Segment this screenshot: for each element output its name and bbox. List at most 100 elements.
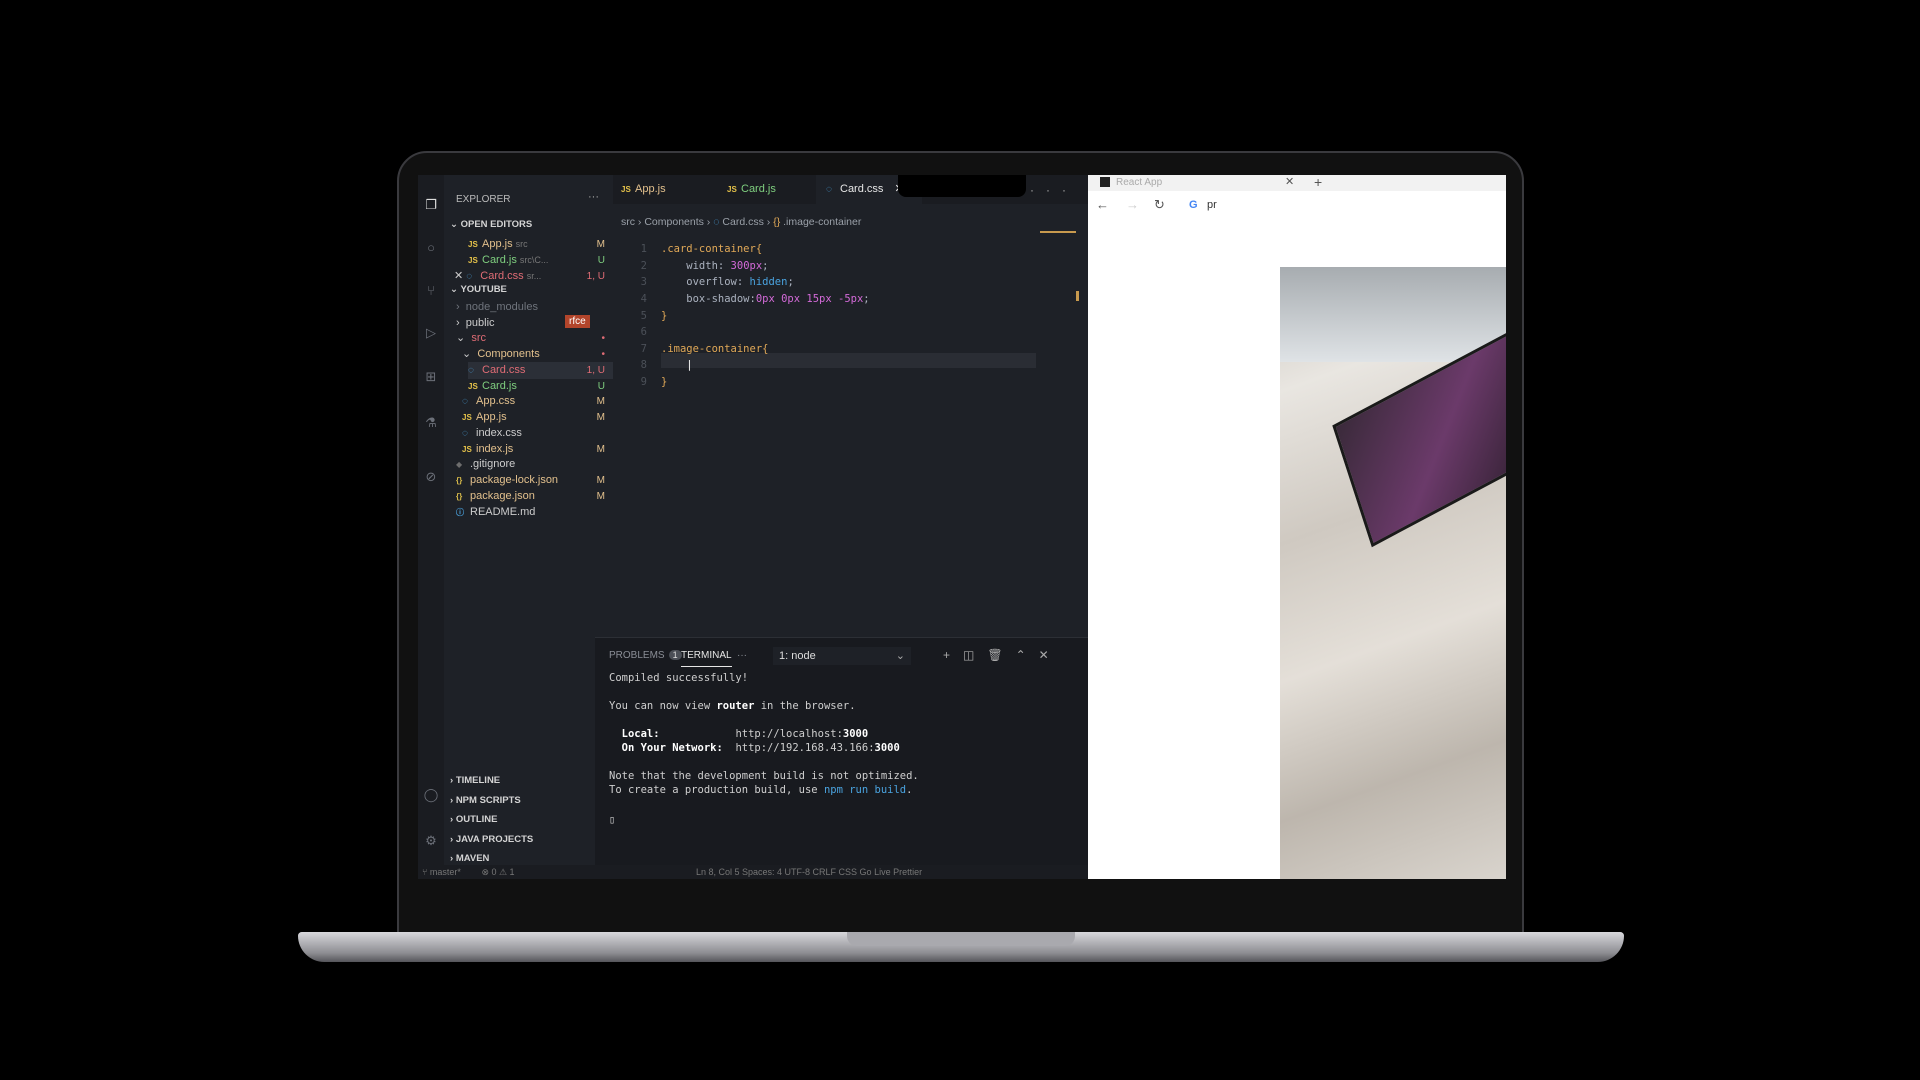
file-app-js[interactable]: JS App.js M xyxy=(462,409,613,426)
code-line-2: width: 300px; xyxy=(661,260,769,272)
account-icon[interactable]: ◯ xyxy=(423,787,439,803)
tab-problems[interactable]: PROBLEMS 1 xyxy=(609,650,682,661)
forward-arrow-icon[interactable]: → xyxy=(1126,197,1139,212)
terminal-line: You can now view router in the browser. xyxy=(609,700,856,712)
folder-components[interactable]: ⌄ Components • xyxy=(462,346,613,363)
line-number: 8 xyxy=(640,359,647,371)
more-actions-icon[interactable]: ··· xyxy=(588,191,599,203)
image-background xyxy=(1280,267,1506,362)
css-file-icon: ◌ xyxy=(466,271,473,282)
css-file-icon: ◌ xyxy=(468,365,474,376)
code-line-3: overflow: hidden; xyxy=(661,276,794,288)
source-control-icon[interactable]: ⑂ xyxy=(423,283,439,299)
explorer-sidebar: EXPLORER ··· ⌄ OPEN EDITORS JS App.js src… xyxy=(444,175,613,865)
activity-bar: ❐ ○ ⑂ ▷ ⊞ ⚗ ⊘ ◯ ⚙ xyxy=(418,175,444,879)
file-app-css[interactable]: ◌ App.css M xyxy=(462,393,613,410)
branch-status[interactable]: ⑂ master* xyxy=(422,867,461,877)
more-icon[interactable]: ··· xyxy=(1030,183,1078,197)
tab-app-js[interactable]: JS App.js xyxy=(621,175,711,204)
open-editor-card-css[interactable]: ✕ ◌ Card.css sr... 1, U xyxy=(454,268,613,285)
file-package-json[interactable]: {} package.json M xyxy=(456,488,613,505)
panel-more-icon[interactable]: ··· xyxy=(737,650,747,661)
js-file-icon: JS xyxy=(621,185,631,194)
minimap[interactable] xyxy=(1038,227,1080,647)
browser-tab-bar: React App ✕ + xyxy=(1088,175,1506,191)
file-readme[interactable]: ⓘ README.md xyxy=(456,504,613,521)
folder-src[interactable]: ⌄ src • xyxy=(456,330,613,347)
settings-gear-icon[interactable]: ⚙ xyxy=(423,833,439,849)
editor-status[interactable]: Ln 8, Col 5 Spaces: 4 UTF-8 CRLF CSS Go … xyxy=(696,865,922,879)
status-bar: ⑂ master* ⊗ 0 ⚠ 1 Ln 8, Col 5 Spaces: 4 … xyxy=(418,865,1088,879)
new-tab-icon[interactable]: + xyxy=(1314,175,1322,190)
screen: ❐ ○ ⑂ ▷ ⊞ ⚗ ⊘ ◯ ⚙ EXPLORER ··· ⌄ OPEN ED… xyxy=(418,175,1506,879)
line-number: 7 xyxy=(640,343,647,355)
terminal-line: Compiled successfully! xyxy=(609,672,749,684)
outline-section[interactable]: › OUTLINE xyxy=(450,814,498,825)
js-file-icon: JS xyxy=(727,185,737,194)
js-file-icon: JS xyxy=(468,240,478,249)
close-icon[interactable]: ✕ xyxy=(454,270,463,282)
json-file-icon: {} xyxy=(456,476,463,485)
add-terminal-icon[interactable]: + xyxy=(943,648,963,662)
json-file-icon: {} xyxy=(456,492,463,501)
close-tab-icon[interactable]: ✕ xyxy=(1285,175,1294,188)
line-number: 9 xyxy=(640,376,647,388)
code-line-1: .card-container{ xyxy=(661,243,763,255)
problems-status[interactable]: ⊗ 0 ⚠ 1 xyxy=(481,867,514,877)
minimap-marker xyxy=(1076,291,1079,301)
terminal-line: Local: http://localhost:3000 xyxy=(609,728,869,740)
back-arrow-icon[interactable]: ← xyxy=(1096,197,1109,212)
code-line-5: } xyxy=(661,310,668,322)
open-editor-card-js[interactable]: JS Card.js src\C... U xyxy=(468,252,613,269)
trash-icon[interactable]: 🗑 xyxy=(987,648,1015,662)
run-debug-icon[interactable]: ▷ xyxy=(423,325,439,341)
file-package-lock-json[interactable]: {} package-lock.json M xyxy=(456,472,613,489)
code-line-7: .image-container{ xyxy=(661,343,769,355)
maximize-panel-icon[interactable]: ⌃ xyxy=(1016,648,1039,662)
panel-actions: +◫🗑⌃✕ xyxy=(943,648,1062,662)
project-header[interactable]: ⌄ YOUTUBE xyxy=(450,284,507,295)
files-icon[interactable]: ❐ xyxy=(423,197,439,213)
address-bar[interactable]: pr xyxy=(1207,199,1217,211)
line-number: 3 xyxy=(640,276,647,288)
folder-node-modules[interactable]: › node_modules xyxy=(456,299,538,316)
favicon-icon xyxy=(1100,177,1110,188)
java-projects-section[interactable]: › JAVA PROJECTS xyxy=(450,834,533,845)
css-file-icon: ◌ xyxy=(462,396,468,407)
extensions-icon[interactable]: ⊞ xyxy=(423,369,439,385)
line-number: 4 xyxy=(640,293,647,305)
timeline-section[interactable]: › TIMELINE xyxy=(450,775,500,786)
file-card-css[interactable]: ◌ Card.css 1, U xyxy=(468,362,613,379)
browser-window: React App ✕ + ← → ↻ G pr xyxy=(1088,175,1506,879)
code-editor[interactable]: 1 2 3 4 5 6 7 8 9 .card-container{ width… xyxy=(613,227,1073,653)
line-number: 1 xyxy=(640,243,647,255)
bottom-panel: PROBLEMS 1 TERMINAL ··· 1: node ⌄ +◫🗑⌃✕ Co… xyxy=(595,637,1088,879)
css-file-icon: ◌ xyxy=(826,184,832,195)
text-cursor: | xyxy=(661,359,693,371)
terminal-line: On Your Network: http://192.168.43.166:3… xyxy=(609,742,900,754)
reload-icon[interactable]: ↻ xyxy=(1154,197,1165,213)
tab-terminal[interactable]: TERMINAL xyxy=(681,650,732,667)
split-terminal-icon[interactable]: ◫ xyxy=(963,648,987,662)
tab-card-js[interactable]: JS Card.js xyxy=(727,175,813,204)
rfce-badge: rfce xyxy=(565,315,590,328)
close-panel-icon[interactable]: ✕ xyxy=(1039,648,1062,662)
card-image xyxy=(1280,267,1506,879)
terminal-cursor[interactable]: ▯ xyxy=(609,814,615,826)
line-number: 5 xyxy=(640,310,647,322)
file-index-css[interactable]: ◌ index.css xyxy=(462,425,613,442)
maven-section[interactable]: › MAVEN xyxy=(450,853,489,864)
laptop-base xyxy=(298,932,1624,962)
file-gitignore[interactable]: ◆ .gitignore xyxy=(456,456,613,473)
open-editors-header[interactable]: ⌄ OPEN EDITORS xyxy=(450,219,532,230)
testing-icon[interactable]: ⚗ xyxy=(423,415,439,431)
info-file-icon: ⓘ xyxy=(456,508,464,517)
remote-explorer-icon[interactable]: ⊘ xyxy=(423,469,439,485)
terminal-select[interactable]: 1: node ⌄ xyxy=(773,647,911,665)
browser-tab[interactable]: React App xyxy=(1100,177,1162,188)
open-editor-app-js[interactable]: JS App.js src M xyxy=(468,236,613,253)
npm-scripts-section[interactable]: › NPM SCRIPTS xyxy=(450,795,521,806)
google-icon: G xyxy=(1189,199,1198,211)
vscode-window: ❐ ○ ⑂ ▷ ⊞ ⚗ ⊘ ◯ ⚙ EXPLORER ··· ⌄ OPEN ED… xyxy=(418,175,1088,879)
search-icon[interactable]: ○ xyxy=(423,240,439,256)
